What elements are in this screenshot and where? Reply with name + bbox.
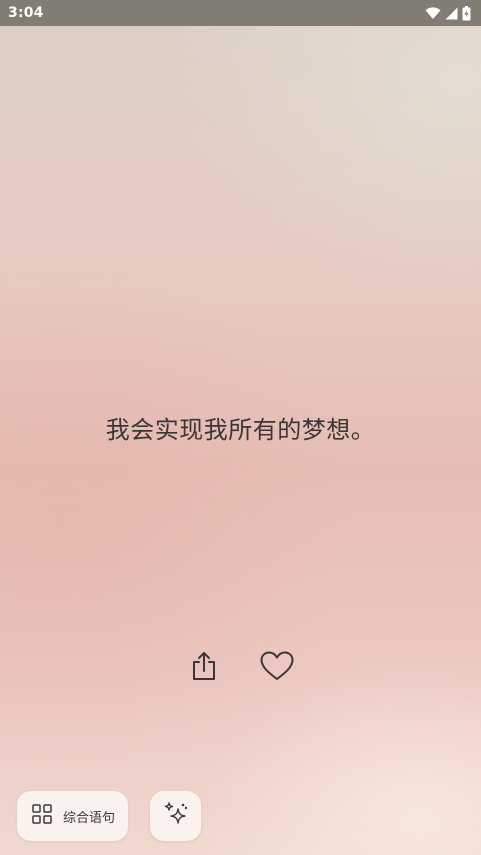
sparkle-button[interactable] bbox=[150, 791, 201, 841]
wifi-icon bbox=[425, 6, 441, 20]
heart-icon bbox=[259, 650, 295, 686]
share-button[interactable] bbox=[184, 648, 224, 688]
quote-text: 我会实现我所有的梦想。 bbox=[105, 416, 376, 444]
action-row bbox=[0, 648, 481, 688]
quote-screen: 3:04 我会实现我所有的梦想。 综合语句 bbox=[0, 0, 481, 855]
status-icons bbox=[425, 5, 471, 21]
category-button[interactable]: 综合语句 bbox=[17, 791, 128, 841]
share-icon bbox=[189, 650, 219, 686]
cell-signal-icon bbox=[445, 7, 458, 20]
grid-icon bbox=[32, 804, 52, 828]
sparkle-icon bbox=[163, 801, 189, 831]
status-time: 3:04 bbox=[8, 5, 44, 21]
category-label: 综合语句 bbox=[63, 810, 116, 826]
like-button[interactable] bbox=[257, 648, 297, 688]
battery-icon bbox=[462, 5, 471, 21]
status-bar: 3:04 bbox=[0, 0, 481, 26]
